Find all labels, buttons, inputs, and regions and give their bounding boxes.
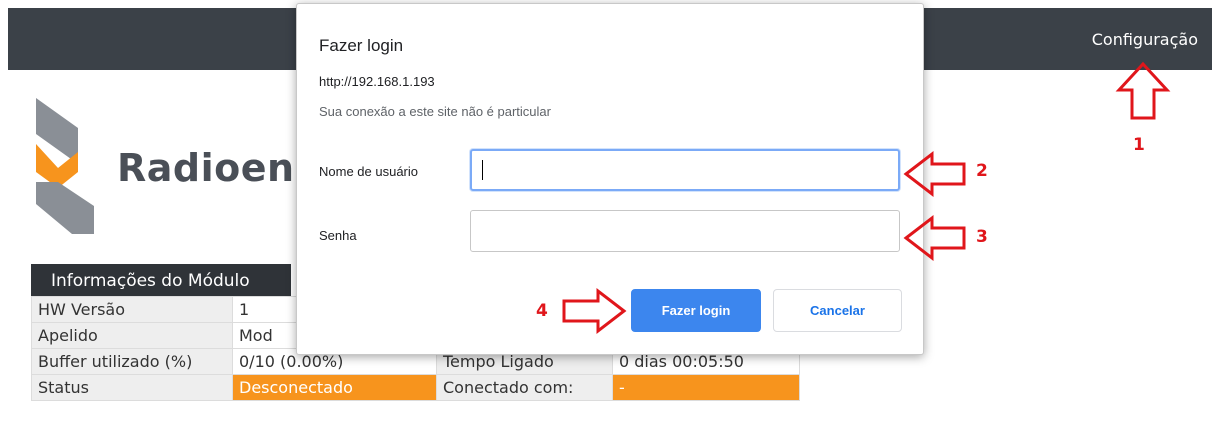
connected-with-label: Conectado com: bbox=[436, 374, 613, 401]
password-input[interactable] bbox=[470, 210, 900, 252]
buffer-label: Buffer utilizado (%) bbox=[31, 348, 233, 375]
login-button[interactable]: Fazer login bbox=[631, 289, 761, 332]
configuracao-link[interactable]: Configuração bbox=[1092, 30, 1198, 49]
connected-with-value: - bbox=[612, 374, 800, 401]
annotation-arrow-right-icon bbox=[562, 287, 627, 335]
annotation-1: 1 bbox=[1133, 135, 1145, 155]
dialog-title: Fazer login bbox=[319, 36, 404, 55]
annotation-arrow-left-icon bbox=[903, 214, 966, 262]
dialog-note: Sua conexão a este site não é particular bbox=[319, 104, 551, 119]
password-label: Senha bbox=[319, 228, 357, 243]
username-input[interactable] bbox=[470, 149, 900, 191]
radioeng-logo-icon bbox=[36, 98, 94, 234]
text-cursor bbox=[482, 160, 483, 180]
hw-version-label: HW Versão bbox=[31, 296, 233, 323]
cancel-button[interactable]: Cancelar bbox=[773, 289, 902, 332]
module-info-title: Informações do Módulo bbox=[31, 264, 291, 296]
username-label: Nome de usuário bbox=[319, 164, 418, 179]
table-row: Status Desconectado Conectado com: - bbox=[31, 374, 800, 401]
dialog-url: http://192.168.1.193 bbox=[319, 74, 435, 89]
nickname-label: Apelido bbox=[31, 322, 233, 349]
annotation-3: 3 bbox=[976, 227, 988, 247]
status-value: Desconectado bbox=[232, 374, 437, 401]
brand-name: Radioeng bbox=[117, 146, 323, 190]
annotation-arrow-left-icon bbox=[903, 150, 966, 198]
annotation-arrow-up-icon bbox=[1115, 61, 1171, 120]
annotation-2: 2 bbox=[976, 161, 988, 181]
annotation-4: 4 bbox=[536, 301, 548, 321]
status-label: Status bbox=[31, 374, 233, 401]
